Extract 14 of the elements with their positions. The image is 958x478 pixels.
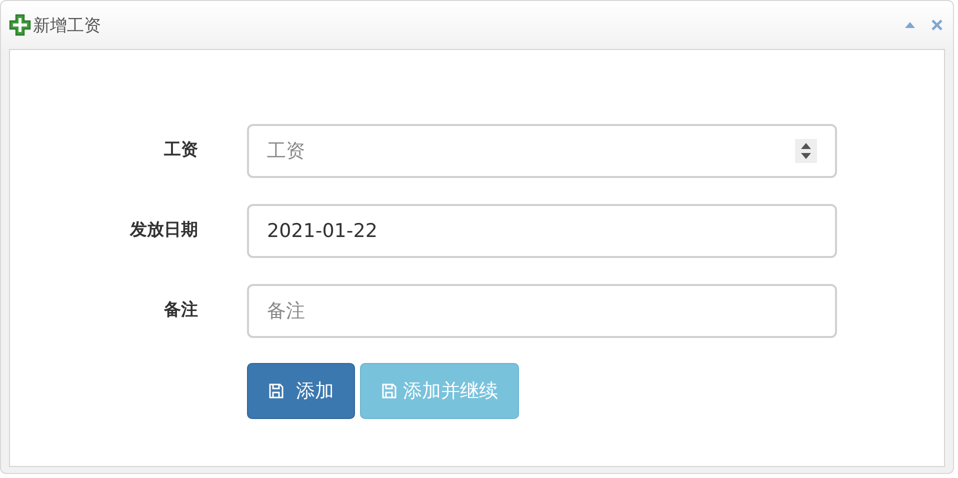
field-label: 发放日期 (128, 218, 198, 240)
save-icon (381, 383, 397, 399)
field-label: 备注 (163, 298, 198, 320)
window-title: 新增工资 (33, 14, 101, 36)
number-field[interactable]: 工资 (247, 124, 837, 178)
spinner-icon[interactable] (795, 139, 817, 163)
field-label: 工资 (163, 138, 198, 160)
date-field[interactable]: 2021-01-22 (247, 204, 837, 258)
input-field[interactable]: 备注 (247, 284, 837, 338)
add-button[interactable]: 添加 (247, 363, 355, 419)
collapse-icon[interactable] (904, 21, 916, 29)
close-icon[interactable] (931, 19, 943, 31)
plus-icon (9, 14, 31, 36)
save-icon (268, 383, 284, 399)
